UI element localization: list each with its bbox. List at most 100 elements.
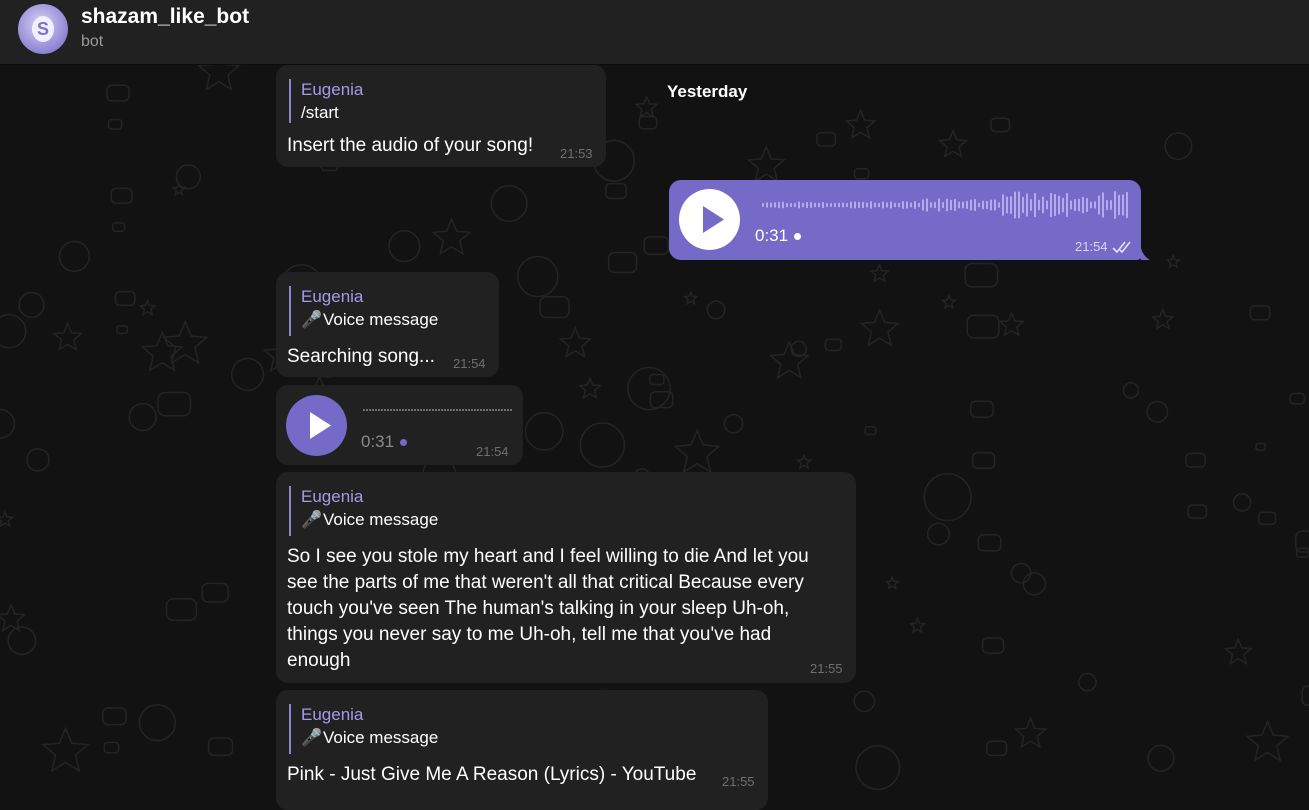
reply-content: 🎤Voice message: [301, 508, 438, 532]
reply-quote[interactable]: Eugenia 🎤Voice message: [289, 286, 438, 336]
reply-author: Eugenia: [301, 487, 364, 506]
waveform-bar: [411, 409, 413, 411]
chat-header[interactable]: S shazam_like_bot bot: [0, 0, 1309, 65]
waveform-bar: [477, 409, 479, 411]
background-doodle: [855, 745, 901, 791]
background-doodle: [981, 637, 1005, 654]
background-doodle: [795, 453, 813, 470]
background-doodle: [1185, 452, 1206, 468]
message-bubble[interactable]: Eugenia 🎤Voice message Pink - Just Give …: [276, 690, 768, 810]
background-doodle: [516, 255, 559, 298]
waveform-bar: [414, 409, 416, 411]
background-doodle: [1301, 685, 1309, 707]
background-doodle: [977, 534, 1002, 552]
microphone-icon: 🎤: [301, 728, 323, 747]
avatar-letter: S: [32, 16, 54, 42]
waveform-bar: [429, 409, 431, 411]
waveform-bar: [438, 409, 440, 411]
play-icon: [310, 412, 331, 439]
waveform-bar: [471, 409, 473, 411]
message-time: 21:54: [453, 356, 486, 371]
waveform[interactable]: [761, 190, 1133, 220]
background-doodle: [969, 400, 994, 418]
background-doodle: [859, 308, 900, 347]
waveform-bar: [459, 409, 461, 411]
message-bubble[interactable]: Eugenia 🎤Voice message Searching song...…: [276, 272, 499, 377]
background-doodle: [649, 373, 665, 386]
waveform-bar: [504, 409, 506, 411]
background-doodle: [682, 290, 699, 306]
background-doodle: [853, 690, 876, 713]
background-doodle: [26, 447, 50, 472]
background-doodle: [52, 321, 84, 352]
background-doodle: [1147, 744, 1175, 772]
background-doodle: [577, 376, 603, 400]
waveform-bar: [447, 409, 449, 411]
background-doodle: [110, 187, 133, 204]
reply-content: 🎤Voice message: [301, 726, 438, 750]
background-doodle: [490, 184, 528, 223]
reply-quote[interactable]: Eugenia /start: [289, 79, 363, 123]
waveform-bar: [372, 409, 374, 411]
background-doodle: [128, 402, 157, 432]
voice-message-incoming[interactable]: 0:31 21:54: [276, 385, 523, 465]
waveform-bar: [489, 409, 491, 411]
background-doodle: [524, 411, 564, 451]
waveform-bar: [408, 409, 410, 411]
message-line: So I see you stole my heart and I feel w…: [287, 546, 809, 567]
background-doodle: [926, 522, 951, 546]
waveform-bar: [495, 409, 497, 411]
play-button[interactable]: [286, 395, 347, 456]
message-text: Insert the audio of your song!: [287, 135, 534, 156]
avatar[interactable]: S: [18, 4, 68, 54]
read-check-icon: [1112, 241, 1131, 254]
voice-duration: 0:31: [361, 432, 408, 452]
waveform-bar: [462, 409, 464, 411]
waveform-bar: [375, 409, 377, 411]
message-line: things you never say to me Uh-oh, tell m…: [287, 624, 772, 645]
background-doodle: [1013, 716, 1048, 749]
background-doodle: [723, 413, 744, 434]
background-doodle: [1258, 511, 1277, 526]
background-doodle: [972, 452, 996, 470]
waveform-bar: [423, 409, 425, 411]
waveform-bar: [507, 409, 509, 411]
background-doodle: [844, 108, 877, 140]
waveform-bar: [468, 409, 470, 411]
background-doodle: [634, 94, 660, 119]
play-button[interactable]: [679, 189, 740, 250]
background-doodle: [1223, 637, 1253, 666]
background-doodle: [607, 251, 638, 274]
waveform-bar: [426, 409, 428, 411]
background-doodle: [1122, 382, 1140, 399]
background-doodle: [923, 472, 972, 522]
background-doodle: [1255, 442, 1267, 451]
chat-title[interactable]: shazam_like_bot: [81, 5, 249, 29]
message-text: So I see you stole my heart and I feel w…: [287, 544, 809, 674]
voice-message-outgoing[interactable]: 0:31 21:54: [669, 180, 1141, 260]
background-doodle: [111, 222, 126, 232]
background-doodle: [106, 84, 130, 102]
duration-text: 0:31: [361, 432, 395, 451]
background-doodle: [1289, 392, 1306, 405]
background-doodle: [1164, 132, 1193, 161]
waveform-bar: [474, 409, 476, 411]
background-doodle: [604, 182, 628, 200]
reply-quote[interactable]: Eugenia 🎤Voice message: [289, 704, 438, 754]
background-doodle: [431, 217, 472, 256]
waveform-bar: [456, 409, 458, 411]
message-bubble[interactable]: Eugenia /start Insert the audio of your …: [276, 65, 606, 167]
background-doodle: [937, 128, 969, 158]
bubble-tail: [1137, 248, 1150, 260]
waveform[interactable]: [362, 405, 514, 415]
background-doodle: [0, 510, 15, 528]
background-doodle: [102, 707, 127, 726]
waveform-bar: [501, 409, 503, 411]
microphone-icon: 🎤: [301, 510, 323, 529]
background-doodle: [638, 115, 658, 130]
waveform-bar: [393, 409, 395, 411]
background-doodle: [824, 338, 842, 352]
background-doodle: [114, 290, 136, 307]
reply-quote[interactable]: Eugenia 🎤Voice message: [289, 486, 438, 536]
message-bubble[interactable]: Eugenia 🎤Voice message So I see you stol…: [276, 472, 856, 683]
